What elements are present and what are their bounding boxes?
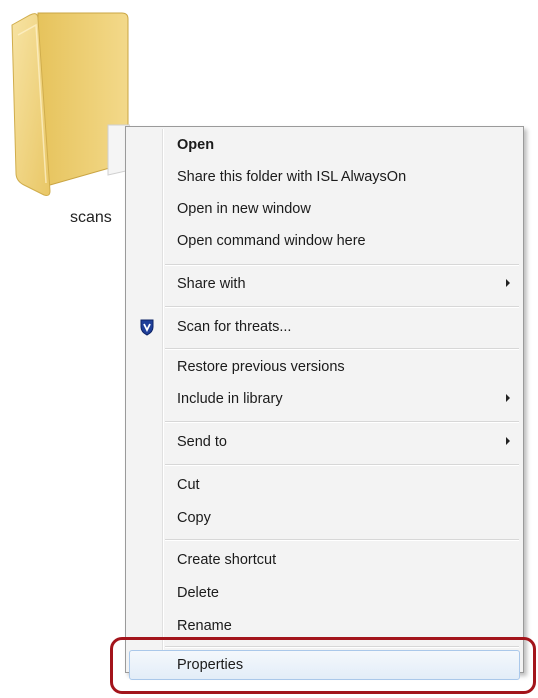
menu-separator <box>165 421 519 423</box>
menu-separator <box>165 264 519 266</box>
menu-separator <box>165 539 519 541</box>
menu-item-send-to[interactable]: Send to <box>129 427 520 457</box>
menu-item-label: Cut <box>177 477 200 493</box>
menu-item-label: Open command window here <box>177 233 366 249</box>
chevron-right-icon <box>506 394 510 402</box>
menu-item-restore-previous-versions[interactable]: Restore previous versions <box>129 352 520 382</box>
menu-item-include-in-library[interactable]: Include in library <box>129 384 520 414</box>
menu-item-cut[interactable]: Cut <box>129 470 520 500</box>
menu-item-delete[interactable]: Delete <box>129 578 520 608</box>
menu-item-create-shortcut[interactable]: Create shortcut <box>129 545 520 575</box>
menu-item-copy[interactable]: Copy <box>129 503 520 533</box>
menu-item-label: Share with <box>177 276 246 292</box>
menu-item-label: Share this folder with ISL AlwaysOn <box>177 169 407 185</box>
menu-item-open[interactable]: Open <box>129 130 520 160</box>
menu-item-label: Send to <box>177 434 227 450</box>
menu-item-open-new-window[interactable]: Open in new window <box>129 194 520 224</box>
menu-item-share-with[interactable]: Share with <box>129 269 520 299</box>
menu-item-label: Open in new window <box>177 201 311 217</box>
menu-separator <box>165 348 519 350</box>
context-menu: Open Share this folder with ISL AlwaysOn… <box>125 126 524 680</box>
chevron-right-icon <box>506 437 510 445</box>
folder-label: scans <box>70 209 112 226</box>
menu-item-label: Delete <box>177 585 219 601</box>
folder-scans[interactable]: scans <box>10 5 130 230</box>
highlight-annotation <box>110 637 536 694</box>
menu-item-label: Restore previous versions <box>177 359 345 375</box>
menu-item-share-this-folder[interactable]: Share this folder with ISL AlwaysOn <box>129 162 520 192</box>
chevron-right-icon <box>506 279 510 287</box>
menu-separator <box>165 464 519 466</box>
menu-item-label: Open <box>177 137 215 153</box>
menu-item-scan-for-threats[interactable]: Scan for threats... <box>129 312 520 342</box>
shield-icon <box>139 318 155 336</box>
menu-item-label: Rename <box>177 618 232 634</box>
folder-icon <box>11 12 130 196</box>
menu-item-label: Include in library <box>177 391 283 407</box>
menu-item-label: Create shortcut <box>177 552 277 568</box>
menu-item-label: Copy <box>177 510 211 526</box>
menu-item-label: Scan for threats... <box>177 319 292 335</box>
menu-item-open-command-window[interactable]: Open command window here <box>129 226 520 256</box>
menu-separator <box>165 306 519 308</box>
